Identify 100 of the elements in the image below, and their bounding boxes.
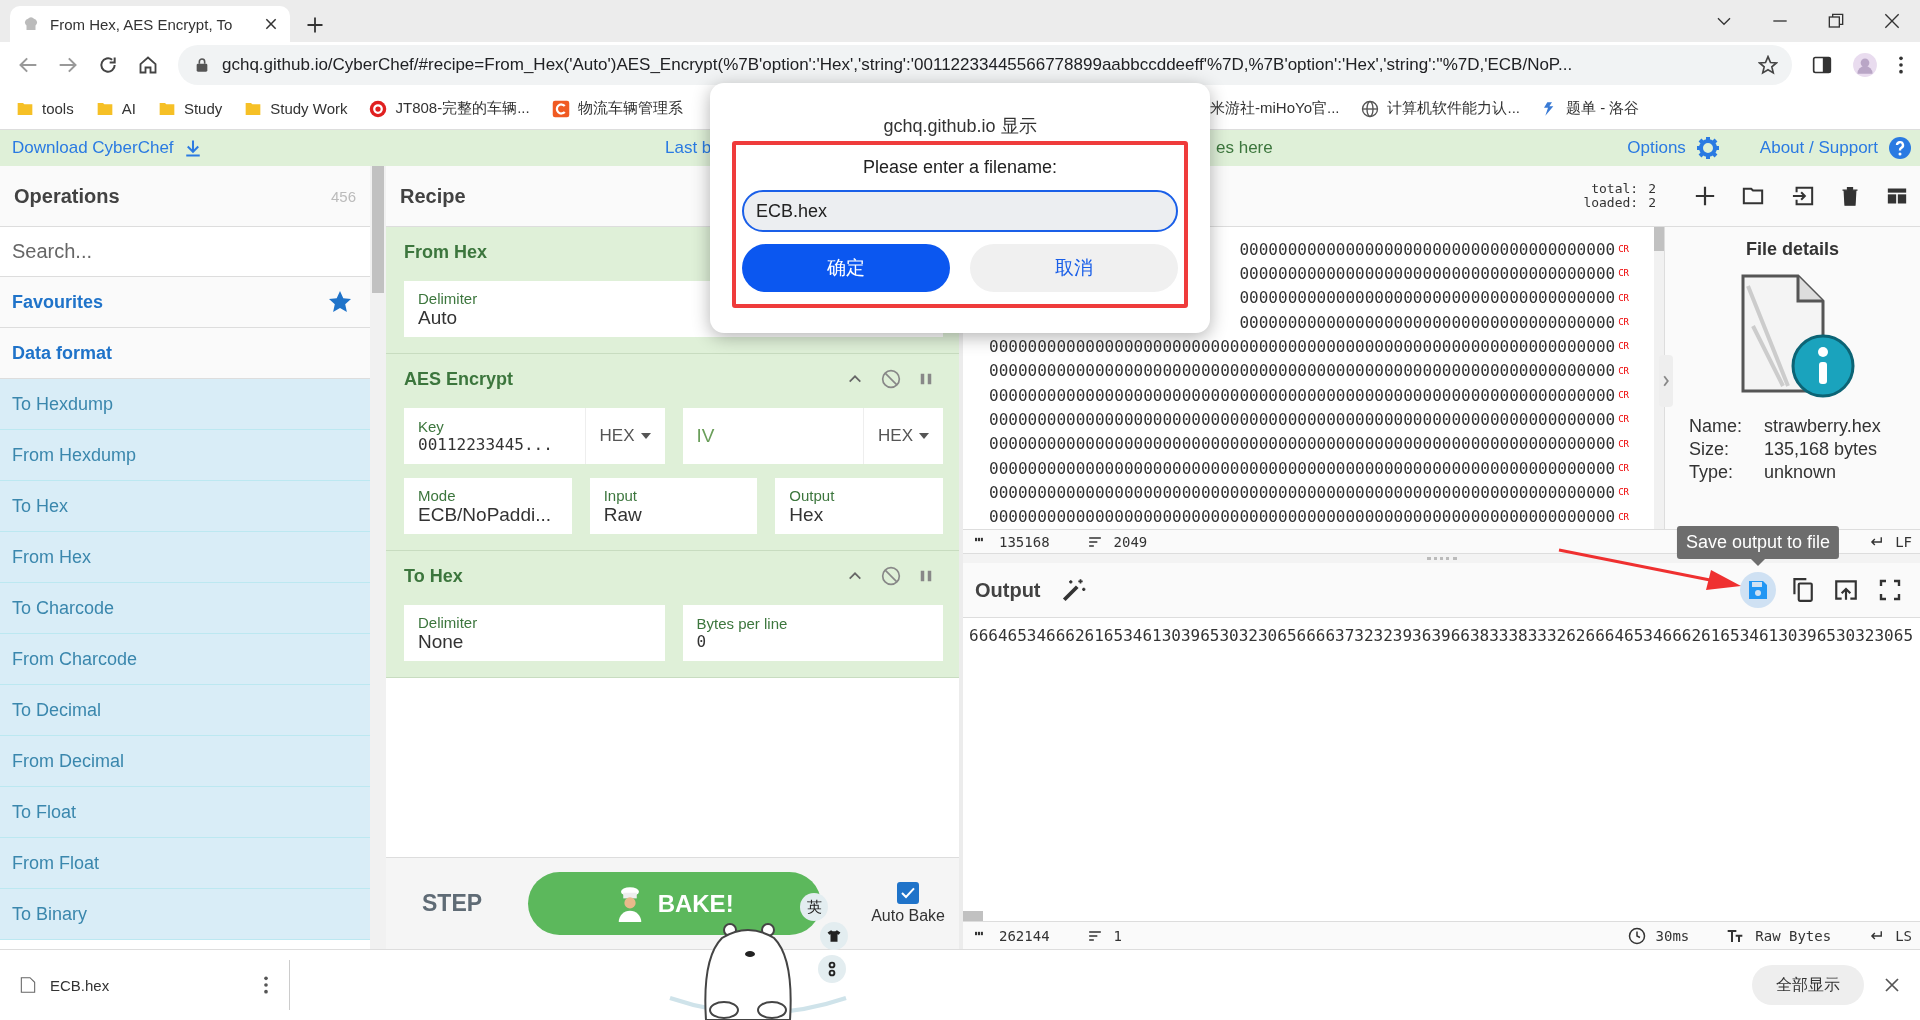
options-link[interactable]: Options — [1627, 138, 1686, 158]
option-field[interactable]: Mode ECB/NoPaddi... — [404, 478, 572, 534]
trash-icon[interactable] — [1840, 184, 1860, 208]
back-icon[interactable] — [18, 55, 38, 75]
bookmark[interactable]: tools — [16, 99, 74, 118]
auto-bake-checkbox[interactable] — [897, 882, 920, 904]
operation-title: From Hex — [404, 241, 489, 263]
download-icon — [183, 138, 202, 158]
open-in-icon — [1833, 577, 1859, 603]
browser-tab[interactable]: From Hex, AES Encrypt, To — [10, 6, 290, 42]
option-field[interactable]: IV HEX — [682, 408, 943, 464]
option-field[interactable]: Key 00112233445... HEX — [404, 408, 665, 464]
disable-icon[interactable] — [881, 369, 901, 389]
shirt-icon — [826, 929, 842, 943]
scrollbar-thumb[interactable] — [1654, 227, 1664, 251]
bookmark[interactable]: Study Work — [244, 99, 348, 118]
line-ending[interactable]: LS — [1895, 927, 1912, 944]
detail-label: Type: — [1689, 462, 1735, 483]
side-panel-icon[interactable] — [1812, 55, 1832, 75]
category-header[interactable]: Data format — [0, 328, 370, 379]
line-end-marker: CR — [1618, 414, 1629, 425]
line-count: 2049 — [1113, 533, 1148, 550]
input-line: 00000000000000000000000000000000000000000000000000000000000000000 — [989, 482, 1616, 502]
line-end-marker: CR — [1618, 487, 1629, 498]
detail-value: unknown — [1764, 462, 1838, 483]
operation-count: 456 — [330, 187, 356, 205]
download-link[interactable]: Download CyberChef — [12, 138, 174, 158]
input-line: 00000000000000000000000000000000000000000000000000000000000000000 — [989, 434, 1616, 454]
globe-icon — [1361, 99, 1380, 118]
bookmark[interactable]: 计算机软件能力认... — [1361, 99, 1520, 118]
line-end-marker: CR — [1618, 390, 1629, 401]
download-item[interactable]: ECB.hex — [50, 976, 110, 994]
scrollbar-thumb[interactable] — [372, 166, 384, 293]
site-icon — [369, 99, 388, 118]
bookmark[interactable]: Study — [157, 99, 223, 118]
show-all-button[interactable]: 全部显示 — [1752, 965, 1864, 1005]
category-header[interactable]: Favourites — [0, 277, 370, 328]
field-label: Output — [789, 486, 836, 504]
ok-button[interactable]: 确定 — [742, 244, 950, 292]
reload-icon[interactable] — [98, 55, 118, 75]
add-icon[interactable] — [1694, 185, 1716, 207]
close-icon[interactable] — [264, 17, 278, 31]
output-area[interactable]: 66646534666261653461303965303230656666373232393639663833383332626664653466626165346130396530323065 — [963, 618, 1920, 921]
input-line: 00000000000000000000000000000000000000000000000000000000000000000 — [989, 361, 1616, 381]
field-value: ECB/NoPaddi... — [418, 503, 553, 526]
about-link[interactable]: About / Support — [1759, 138, 1878, 158]
option-field[interactable]: Bytes per line 0 — [682, 605, 943, 661]
bookmark[interactable]: 米游社-miHoYo官... — [1210, 99, 1340, 118]
new-tab-icon[interactable] — [306, 16, 324, 34]
input-line: 000000000000000000000000000000000000000 — [1239, 288, 1616, 308]
pause-icon[interactable] — [919, 568, 933, 584]
address-bar[interactable]: gchq.github.io/CyberChef/#recipe=From_Hex('Auto')AES_Encrypt(%7B'option':'Hex','string':'00112233445566778899aabbccddeeff'%7D,%7B'option':'Hex','string':''%7D,'ECB/NoP... — [178, 45, 1792, 85]
kebab-menu-icon[interactable] — [263, 975, 269, 995]
field-value: Auto — [418, 306, 459, 329]
folder-icon[interactable] — [1740, 185, 1766, 207]
input-line: 00000000000000000000000000000000000000000000000000000000000000000 — [989, 385, 1616, 405]
input-line: 00000000000000000000000000000000000000000000000000000000000000000 — [989, 409, 1616, 429]
pause-icon[interactable] — [919, 371, 933, 387]
field-value: None — [418, 630, 465, 653]
restore-icon[interactable] — [1828, 13, 1844, 29]
encoding-label[interactable]: Raw Bytes — [1755, 927, 1832, 944]
field-value: 00112233445... — [418, 435, 554, 454]
close-icon[interactable] — [1884, 13, 1900, 29]
line-end-marker: CR — [1618, 341, 1629, 352]
cancel-button[interactable]: 取消 — [970, 244, 1178, 292]
bookmark[interactable]: 物流车辆管理系 — [551, 99, 683, 118]
bake-time: 30ms — [1655, 927, 1690, 944]
folder-icon — [16, 100, 34, 117]
step-button[interactable]: STEP — [416, 889, 489, 918]
line-end-marker: CR — [1618, 317, 1629, 328]
field-value: Hex — [789, 503, 824, 526]
magic-wand-icon[interactable] — [1060, 577, 1087, 603]
star-icon — [328, 290, 352, 314]
filename-field[interactable]: ECB.hex — [742, 190, 1178, 232]
link-icon — [827, 961, 837, 977]
disable-icon[interactable] — [881, 566, 901, 586]
scrollbar-thumb[interactable] — [963, 911, 983, 921]
field-label: Bytes per line — [696, 615, 789, 632]
option-field[interactable]: Input Raw — [589, 478, 758, 534]
bookmark[interactable]: JT808-完整的车辆... — [369, 99, 530, 118]
option-field[interactable]: Delimiter None — [404, 605, 665, 661]
kebab-menu-icon[interactable] — [1898, 55, 1904, 75]
chef-hat-icon — [22, 15, 40, 33]
input-line: 00000000000000000000000000000000000000000000000000000000000000000 — [989, 458, 1616, 478]
star-icon[interactable] — [1758, 55, 1778, 75]
home-icon[interactable] — [138, 55, 158, 75]
input-line: 000000000000000000000000000000000000000 — [1239, 239, 1616, 259]
folder-icon — [157, 100, 176, 117]
auto-bake-label: Auto Bake — [871, 907, 945, 925]
bookmark[interactable]: 题单 - 洛谷 — [1542, 99, 1640, 118]
line-ending[interactable]: LF — [1895, 533, 1912, 550]
load-arrow-icon[interactable] — [1790, 185, 1816, 207]
line-end-marker: CR — [1618, 365, 1629, 376]
forward-icon[interactable] — [58, 55, 78, 75]
line-count: 1 — [1113, 927, 1122, 944]
option-field[interactable]: Output Hex — [775, 478, 943, 534]
detail-value: strawberry.hex — [1764, 416, 1881, 437]
bookmark[interactable]: AI — [95, 99, 136, 118]
close-button[interactable] — [1884, 977, 1900, 993]
field-label: Input — [603, 486, 639, 504]
